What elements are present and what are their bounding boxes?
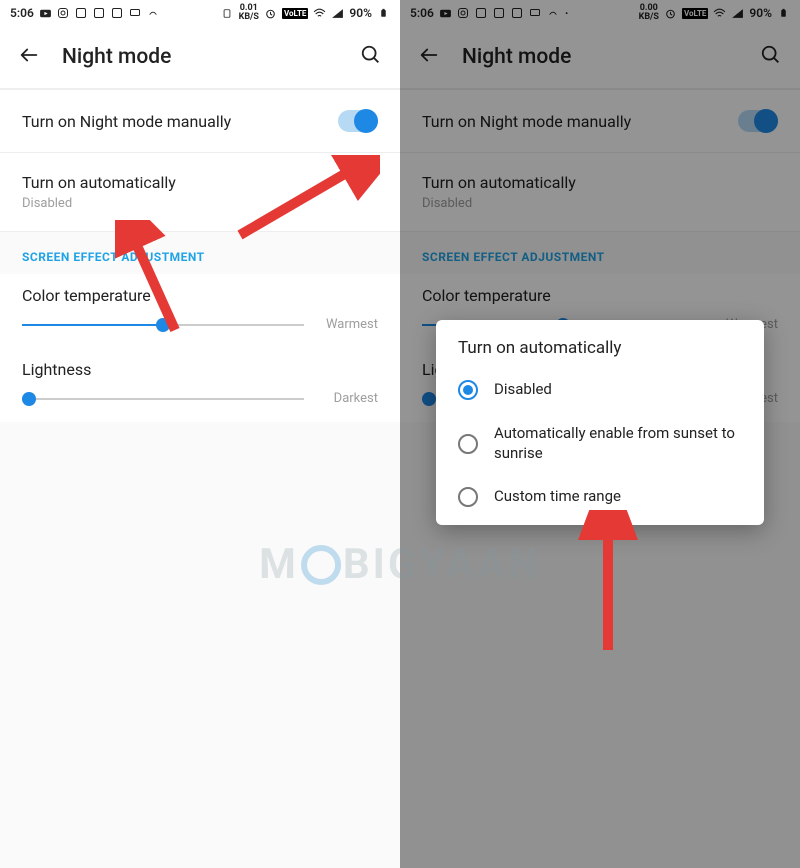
row-auto-label-r: Turn on automatically [422,173,778,192]
back-button-r[interactable] [418,44,440,70]
misc-icon [547,7,560,20]
option-disabled-label: Disabled [494,380,552,400]
back-button[interactable] [18,44,40,70]
app2-icon [93,7,106,20]
toggle-night-mode-r[interactable] [738,110,778,132]
search-button[interactable] [360,44,382,70]
status-bar: 5:06 0.01KB/S VoLTE 90% [0,0,400,26]
message-icon [529,7,542,20]
battery-percent: 90% [349,6,372,20]
row-auto-r[interactable]: Turn on automatically Disabled [400,153,800,232]
toggle-night-mode[interactable] [338,110,378,132]
radio-icon [458,380,478,400]
option-custom-label: Custom time range [494,487,621,507]
app3-icon [511,7,524,20]
alarm-icon [264,7,277,20]
color-temp-label-r: Color temperature [422,286,778,305]
wifi-icon [713,7,726,20]
color-temp-end: Warmest [318,317,378,332]
row-auto-sub: Disabled [22,196,378,211]
lightness-label: Lightness [22,360,378,379]
row-manual-label: Turn on Night mode manually [22,112,338,131]
instagram-icon [57,7,70,20]
network-speed: 0.01KB/S [239,4,259,22]
option-sunset-sunrise[interactable]: Automatically enable from sunset to sunr… [436,412,764,475]
sim-icon [221,7,234,20]
dialog-title: Turn on automatically [436,338,764,368]
volte-badge: VoLTE [282,8,308,19]
app1-icon [75,7,88,20]
wifi-icon [313,7,326,20]
battery-icon [777,7,790,20]
battery-icon [377,7,390,20]
status-bar-r: 5:06 · 0.00KB/S VoLTE 90% [400,0,800,26]
dialog-auto-options: Turn on automatically Disabled Automatic… [436,320,764,525]
option-sunset-label: Automatically enable from sunset to sunr… [494,424,742,463]
row-manual-night-mode[interactable]: Turn on Night mode manually [0,90,400,153]
youtube-icon [39,7,52,20]
status-time: 5:06 [10,6,34,20]
misc-icon [147,7,160,20]
volte-badge: VoLTE [682,8,708,19]
phone-right: 5:06 · 0.00KB/S VoLTE 90% Night mode [400,0,800,868]
app1-icon [475,7,488,20]
search-button-r[interactable] [760,44,782,70]
instagram-icon [457,7,470,20]
phone-left: 5:06 0.01KB/S VoLTE 90% Night mode [0,0,400,868]
row-color-temperature: Color temperature Warmest [0,274,400,348]
page-title: Night mode [62,45,360,69]
row-auto-sub-r: Disabled [422,196,778,211]
row-auto[interactable]: Turn on automatically Disabled [0,153,400,232]
radio-icon [458,487,478,507]
app-bar-r: Night mode [400,26,800,90]
color-temp-label: Color temperature [22,286,378,305]
section-screen-effect-r: SCREEN EFFECT ADJUSTMENT [400,232,800,274]
network-speed-r: 0.00KB/S [639,4,659,22]
signal-icon [731,7,744,20]
page-title-r: Night mode [462,45,760,69]
message-icon [129,7,142,20]
row-manual-label-r: Turn on Night mode manually [422,112,738,131]
app-bar: Night mode [0,26,400,90]
radio-icon [458,434,478,454]
dot-icon: · [565,6,569,20]
annotation-arrow-3 [578,510,638,660]
battery-percent-r: 90% [749,6,772,20]
option-custom-time[interactable]: Custom time range [436,475,764,519]
row-auto-label: Turn on automatically [22,173,378,192]
youtube-icon [439,7,452,20]
lightness-slider[interactable] [22,398,304,400]
color-temp-slider[interactable] [22,324,304,326]
row-lightness: Lightness Darkest [0,348,400,422]
row-manual-night-mode-r[interactable]: Turn on Night mode manually [400,90,800,153]
app3-icon [111,7,124,20]
section-screen-effect: SCREEN EFFECT ADJUSTMENT [0,232,400,274]
app2-icon [493,7,506,20]
signal-icon [331,7,344,20]
alarm-icon [664,7,677,20]
lightness-end: Darkest [318,391,378,406]
status-time-r: 5:06 [410,6,434,20]
option-disabled[interactable]: Disabled [436,368,764,412]
